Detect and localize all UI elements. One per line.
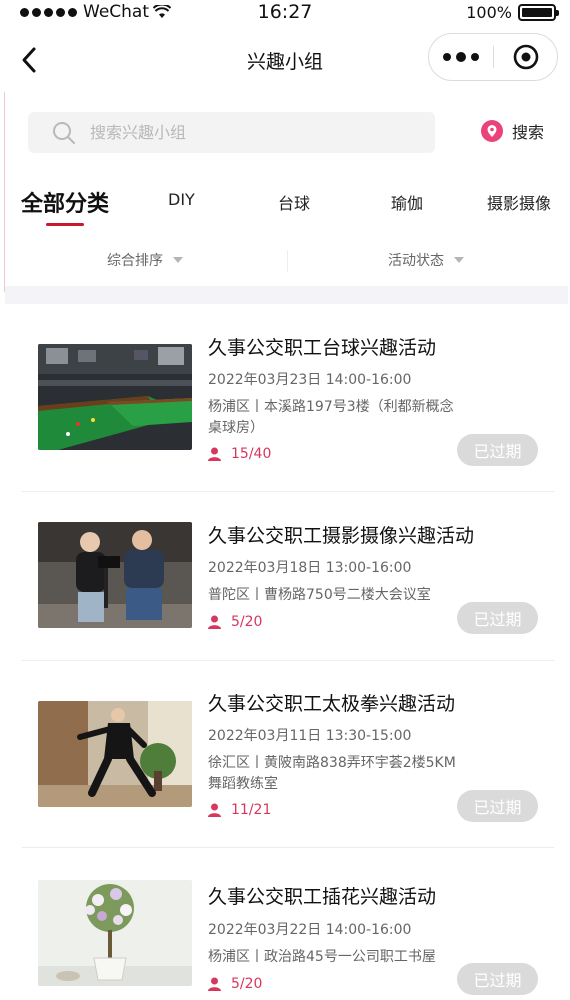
activity-title: 久事公交职工插花兴趣活动 [208,886,437,908]
search-button-label: 搜索 [512,123,545,142]
status-bar: WeChat 16:27 100% [0,0,570,26]
activity-location: 杨浦区丨政治路45号一公司职工书屋 [208,949,436,965]
activity-time: 2022年03月11日 13:30-15:00 [208,728,412,744]
battery-info: 100% [466,3,559,22]
activity-time: 2022年03月23日 14:00-16:00 [208,372,412,388]
tab-billiards[interactable]: 台球 [278,190,310,214]
nav-bar: 兴趣小组 [0,30,570,90]
activity-card[interactable]: 久事公交职工台球兴趣活动 2022年03月23日 14:00-16:00 杨浦区… [0,304,570,492]
activity-location: 徐汇区丨黄陂南路838弄环宇荟2楼5KM舞蹈教练室 [208,755,456,792]
activity-time: 2022年03月22日 14:00-16:00 [208,922,412,938]
participant-count-value: 11/21 [231,802,272,818]
person-icon [208,615,221,629]
search-bar [28,112,435,153]
section-gap [5,286,568,304]
participant-count: 5/20 [208,976,262,992]
activity-location: 普陀区丨曹杨路750号二楼大会议室 [208,587,431,603]
caret-down-icon [173,257,183,263]
status-dropdown[interactable]: 活动状态 [388,250,464,270]
more-button[interactable] [429,34,493,80]
activity-card[interactable]: 久事公交职工插花兴趣活动 2022年03月22日 14:00-16:00 杨浦区… [0,848,570,1000]
person-icon [208,803,221,817]
battery-icon [518,4,559,21]
tab-yoga[interactable]: 瑜伽 [391,190,423,214]
close-button[interactable] [494,34,557,80]
activity-time: 2022年03月18日 13:00-16:00 [208,560,412,576]
participant-count-value: 15/40 [231,446,272,462]
participant-count: 11/21 [208,802,271,818]
status-filter-label: 活动状态 [388,253,444,269]
activity-title: 久事公交职工摄影摄像兴趣活动 [208,525,475,547]
activity-location: 杨浦区丨本溪路197号3楼（利都新概念桌球房） [208,399,454,436]
photography-photo [38,522,192,628]
sort-dropdown[interactable]: 综合排序 [107,250,183,270]
active-tab-indicator [46,223,84,226]
search-icon [53,121,75,144]
activity-title: 久事公交职工太极拳兴趣活动 [208,693,456,715]
target-icon [513,44,538,70]
activity-card[interactable]: 久事公交职工摄影摄像兴趣活动 2022年03月18日 13:00-16:00 普… [0,492,570,680]
mini-program-capsule [428,33,558,81]
participant-count-value: 5/20 [231,614,263,630]
activity-title: 久事公交职工台球兴趣活动 [208,337,437,359]
filter-divider [287,250,288,272]
battery-percent: 100% [466,3,512,22]
sort-label: 综合排序 [107,253,163,269]
billiards-photo [38,344,192,450]
expired-status-button[interactable]: 已过期 [457,602,538,634]
search-button[interactable]: 搜索 [481,119,544,143]
filter-bar: 综合排序 活动状态 [0,250,570,274]
activity-card[interactable]: 久事公交职工太极拳兴趣活动 2022年03月11日 13:30-15:00 徐汇… [0,660,570,848]
participant-count: 5/20 [208,614,262,630]
taichi-photo [38,701,192,807]
expired-status-button[interactable]: 已过期 [457,790,538,822]
caret-down-icon [454,257,464,263]
person-icon [208,977,221,991]
location-pin-icon [481,120,503,142]
expired-status-button[interactable]: 已过期 [457,963,538,995]
search-input[interactable] [90,123,390,142]
flower-photo [38,880,192,986]
participant-count-value: 5/20 [231,976,263,992]
person-icon [208,447,221,461]
participant-count: 15/40 [208,446,271,462]
tab-all[interactable]: 全部分类 [21,186,109,218]
tab-photography[interactable]: 摄影摄像 [487,190,551,214]
category-tabs: 全部分类 DIY 台球 瑜伽 摄影摄像 [0,180,570,230]
expired-status-button[interactable]: 已过期 [457,434,538,466]
tab-diy[interactable]: DIY [168,190,195,209]
